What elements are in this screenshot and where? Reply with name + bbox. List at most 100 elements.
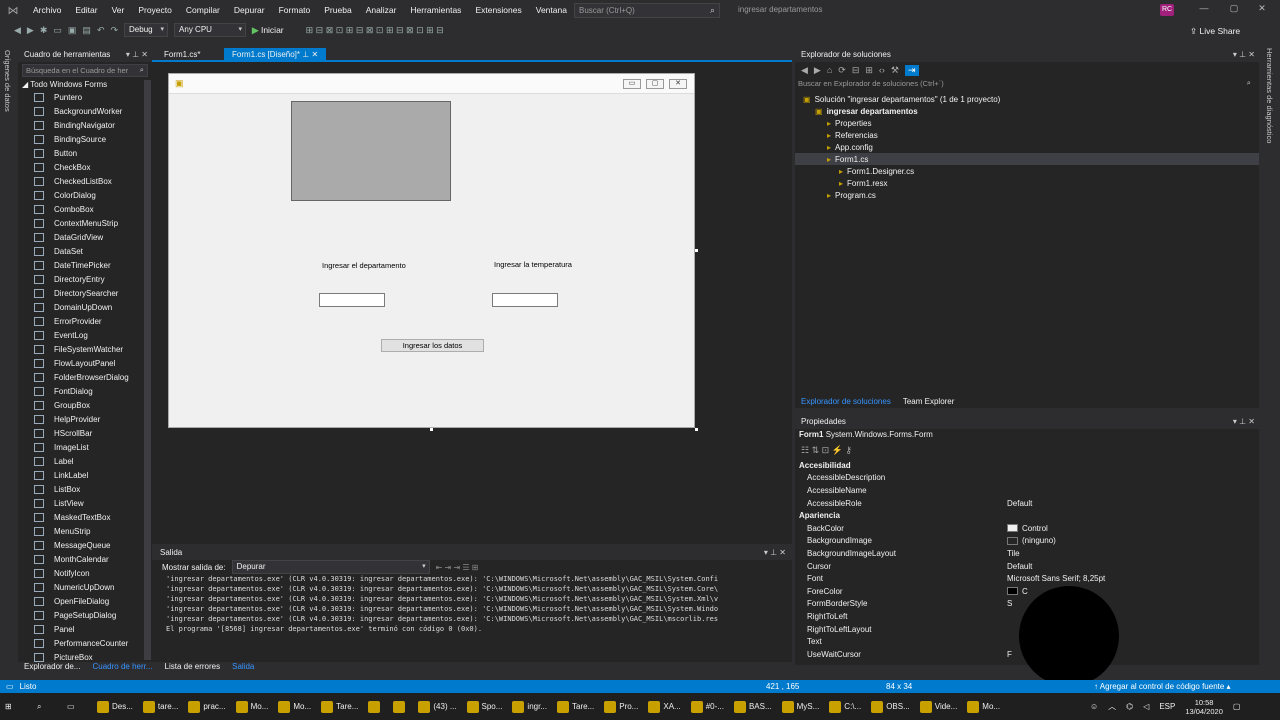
network-icon[interactable]: ⌬ <box>1126 702 1133 711</box>
new-project-icon[interactable]: ✱ <box>40 25 48 36</box>
menu-item-formato[interactable]: Formato <box>272 5 318 15</box>
bottom-tab[interactable]: Explorador de... <box>18 661 86 674</box>
toolbox-item[interactable]: MonthCalendar <box>18 552 152 566</box>
properties-toolbar[interactable]: ☷ ⇅ ⊡ ⚡ ⚷ <box>795 443 1259 459</box>
tree-item[interactable]: ▸ App.config <box>795 141 1259 153</box>
toolbox-item[interactable]: CheckedListBox <box>18 174 152 188</box>
toolbox-item[interactable]: NotifyIcon <box>18 566 152 580</box>
toolbox-item[interactable]: ContextMenuStrip <box>18 216 152 230</box>
taskbar-app[interactable]: Spo... <box>462 693 508 720</box>
taskbar-app[interactable]: Mo... <box>273 693 316 720</box>
back-icon[interactable]: ◀ <box>801 65 808 76</box>
toolbox-item[interactable]: DataGridView <box>18 230 152 244</box>
bottom-tab[interactable]: Salida <box>226 661 260 674</box>
toolbox-item[interactable]: DirectorySearcher <box>18 286 152 300</box>
output-source-select[interactable]: Depurar <box>231 560 430 574</box>
property-row[interactable]: AccessibleDescription <box>795 472 1259 485</box>
preview-icon[interactable]: ⇥ <box>905 64 919 76</box>
taskbar-app[interactable]: Vide... <box>915 693 963 720</box>
task-view-icon[interactable]: ▭ <box>62 693 92 720</box>
tab-solution-explorer[interactable]: Explorador de soluciones <box>795 396 897 408</box>
taskbar-app[interactable]: BAS... <box>729 693 777 720</box>
menu-item-herramientas[interactable]: Herramientas <box>403 5 468 15</box>
resize-handle[interactable] <box>695 249 698 252</box>
menu-item-archivo[interactable]: Archivo <box>26 5 68 15</box>
panel-pin-icon[interactable]: ▾ ⊥ ✕ <box>1233 50 1255 59</box>
tab-form1-code[interactable]: Form1.cs* <box>156 48 208 62</box>
menu-item-compilar[interactable]: Compilar <box>179 5 227 15</box>
taskbar-app[interactable]: Pro... <box>599 693 643 720</box>
toolbox-item[interactable]: ColorDialog <box>18 188 152 202</box>
toolbox-item[interactable]: FlowLayoutPanel <box>18 356 152 370</box>
start-button[interactable]: ▶ Iniciar <box>252 25 284 36</box>
panel-pin-icon[interactable]: ▾ ⊥ ✕ <box>126 50 148 59</box>
toolbox-item[interactable]: CheckBox <box>18 160 152 174</box>
textbox-temperatura[interactable] <box>492 293 558 307</box>
property-row[interactable]: Cursor Default <box>795 560 1259 573</box>
platform-select[interactable]: Any CPU <box>174 23 247 37</box>
tab-team-explorer[interactable]: Team Explorer <box>897 396 961 408</box>
minimize-icon[interactable]: — <box>1196 3 1212 17</box>
bottom-tab[interactable]: Lista de errores <box>159 661 227 674</box>
picture-box[interactable] <box>291 101 451 201</box>
toolbox-item[interactable]: Button <box>18 146 152 160</box>
bottom-tab[interactable]: Cuadro de herr... <box>86 661 158 674</box>
align-icons[interactable]: ⊞ ⊟ ⊠ ⊡ ⊞ ⊟ ⊠ ⊡ ⊞ ⊟ ⊠ ⊡ ⊞ ⊟ <box>306 25 444 36</box>
close-icon[interactable]: ✕ <box>1254 3 1270 17</box>
toolbox-item[interactable]: Panel <box>18 622 152 636</box>
toolbox-item[interactable]: ComboBox <box>18 202 152 216</box>
toolbox-item[interactable]: MaskedTextBox <box>18 510 152 524</box>
toolbox-item[interactable]: DomainUpDown <box>18 300 152 314</box>
label-departamento[interactable]: Ingresar el departamento <box>322 261 406 270</box>
taskbar-app[interactable]: ingr... <box>507 693 552 720</box>
windows-start-icon[interactable]: ⊞ <box>0 693 32 720</box>
taskbar-app[interactable]: #0-... <box>686 693 729 720</box>
property-row[interactable]: BackgroundImageLayout Tile <box>795 547 1259 560</box>
taskbar-app[interactable] <box>363 693 388 720</box>
maximize-icon[interactable]: ▢ <box>1226 3 1242 17</box>
toolbox-scrollbar[interactable] <box>144 80 151 660</box>
toolbox-item[interactable]: OpenFileDialog <box>18 594 152 608</box>
taskbar-app[interactable]: prac... <box>183 693 230 720</box>
save-all-icon[interactable]: ▤ <box>82 25 91 36</box>
tree-item[interactable]: ▸ Program.cs <box>795 189 1259 201</box>
panel-pin-icon[interactable]: ▾ ⊥ ✕ <box>1233 417 1255 426</box>
live-share-button[interactable]: ⇪ Live Share <box>1190 26 1240 37</box>
toolbox-category[interactable]: ◢ Todo Windows Forms <box>18 79 152 90</box>
toolbox-item[interactable]: EventLog <box>18 328 152 342</box>
taskbar-app[interactable]: Mo... <box>231 693 274 720</box>
source-control-button[interactable]: ↑ Agregar al control de código fuente ▴ <box>1094 682 1231 691</box>
toolbox-item[interactable]: FileSystemWatcher <box>18 342 152 356</box>
menu-item-depurar[interactable]: Depurar <box>227 5 272 15</box>
back-icon[interactable]: ◀ <box>14 25 21 36</box>
toolbox-item[interactable]: HelpProvider <box>18 412 152 426</box>
tree-item[interactable]: ▸ Form1.Designer.cs <box>795 165 1259 177</box>
toolbox-item[interactable]: Label <box>18 454 152 468</box>
save-icon[interactable]: ▣ <box>68 25 77 36</box>
property-row[interactable]: AccessibleName <box>795 484 1259 497</box>
form-window[interactable]: ▣ ▭ ▢ ✕ Ingresar el departamento Ingresa… <box>168 73 695 428</box>
menu-item-prueba[interactable]: Prueba <box>317 5 358 15</box>
textbox-departamento[interactable] <box>319 293 385 307</box>
property-row[interactable]: AccessibleRole Default <box>795 497 1259 510</box>
toolbox-item[interactable]: GroupBox <box>18 398 152 412</box>
tree-item[interactable]: ▸ Form1.resx <box>795 177 1259 189</box>
toolbox-item[interactable]: FontDialog <box>18 384 152 398</box>
toolbox-item[interactable]: PageSetupDialog <box>18 608 152 622</box>
toolbox-item[interactable]: ImageList <box>18 440 152 454</box>
forward-icon[interactable]: ▶ <box>814 65 821 76</box>
tree-item[interactable]: ▣ Solución "ingresar departamentos" (1 de… <box>795 93 1259 105</box>
menu-item-analizar[interactable]: Analizar <box>359 5 404 15</box>
properties-object-select[interactable]: Form1 System.Windows.Forms.Form <box>795 429 1259 443</box>
solution-search-input[interactable]: Buscar en Explorador de soluciones (Ctrl… <box>795 78 1259 91</box>
property-row[interactable]: BackgroundImage (ninguno) <box>795 535 1259 548</box>
tree-item[interactable]: ▸ Properties <box>795 117 1259 129</box>
config-select[interactable]: Debug <box>124 23 169 37</box>
person-icon[interactable]: ☺ <box>1090 702 1098 711</box>
collapse-icon[interactable]: ⊟ <box>852 65 860 76</box>
toolbox-search-input[interactable]: Búsqueda en el Cuadro de her ⌕ <box>22 64 148 77</box>
clock[interactable]: 10:58 13/04/2020 <box>1185 698 1223 716</box>
property-row[interactable]: Apariencia <box>795 509 1259 522</box>
taskbar-app[interactable]: OBS... <box>866 693 915 720</box>
notifications-icon[interactable]: ▢ <box>1233 702 1241 711</box>
